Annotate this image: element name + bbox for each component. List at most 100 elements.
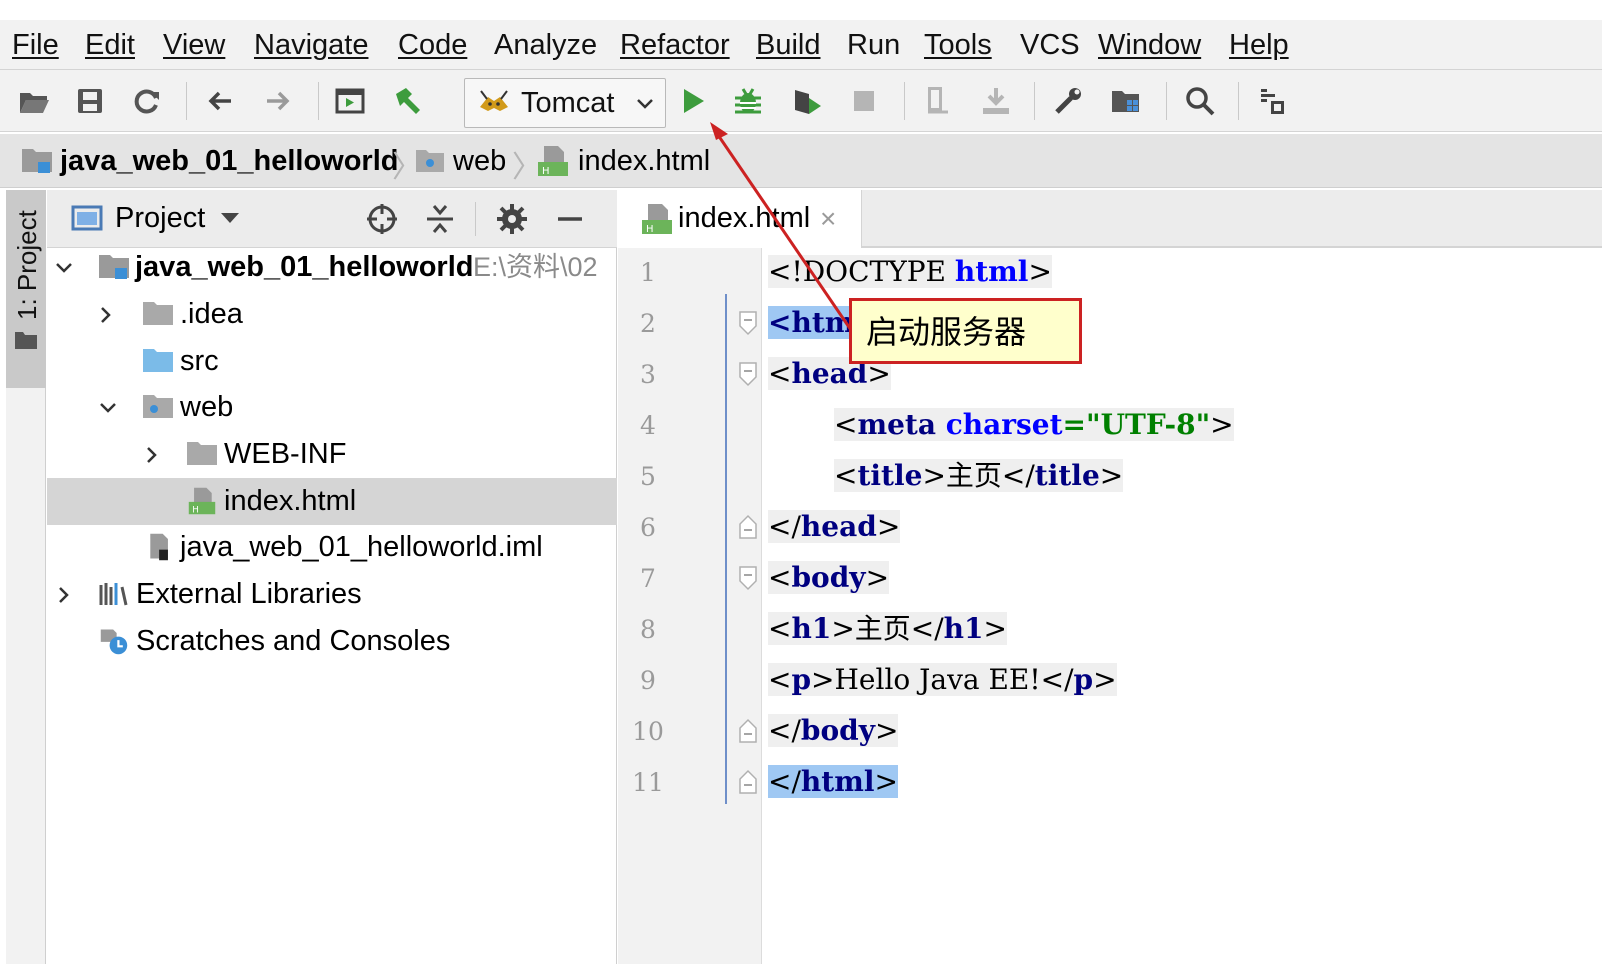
tree-item-web-inf[interactable]: WEB-INF [47,431,617,478]
project-tool-tab[interactable]: 1: Project [6,190,46,388]
web-folder-icon [416,150,444,172]
tree-item-label: .idea [180,298,243,330]
code-line[interactable]: </head> [768,503,901,551]
stop-icon[interactable] [844,81,884,121]
breadcrumb-project[interactable]: java_web_01_helloworld [60,144,398,178]
tree-item-web[interactable]: web [47,384,617,431]
deploy-icon[interactable] [976,81,1016,121]
project-structure-icon[interactable] [330,81,370,121]
forward-icon[interactable] [258,81,298,121]
tree-item-label: java_web_01_helloworld [135,251,474,283]
module-folder-icon [22,149,52,173]
chevron-right-icon[interactable] [53,584,75,606]
tree-item-external-libraries[interactable]: External Libraries [47,571,617,618]
run-icon[interactable] [672,81,712,121]
fold-marker-icon[interactable] [738,565,758,591]
annotation-callout: 启动服务器 [849,298,1082,364]
hide-panel-icon[interactable] [553,202,587,236]
svg-text:H: H [646,224,654,235]
iml-file-icon [150,533,168,561]
annotation-text: 启动服务器 [866,313,1027,351]
back-icon[interactable] [200,81,240,121]
matching-tag-line [725,294,727,804]
tree-item-scratches[interactable]: Scratches and Consoles [47,618,617,665]
menu-code[interactable]: Code [398,29,467,61]
menu-file[interactable]: File [12,29,59,61]
code-line[interactable]: <!DOCTYPE html> [768,248,1052,296]
open-folder-icon[interactable] [14,81,54,121]
web-folder-icon [143,395,173,418]
fold-end-marker-icon[interactable] [738,769,758,795]
menu-window[interactable]: Window [1098,29,1201,61]
menu-analyze[interactable]: Analyze [494,29,597,61]
editor-tabs: H index.html × [618,190,1602,248]
line-number: 10 [632,717,664,746]
project-view-selector[interactable]: Project [115,201,205,235]
locate-icon[interactable] [365,202,399,236]
menu-help[interactable]: Help [1229,29,1289,61]
settings-wrench-icon[interactable] [1048,81,1088,121]
menu-tools[interactable]: Tools [924,29,992,61]
menu-view[interactable]: View [163,29,225,61]
module-folder-icon [99,255,129,279]
html-file-icon: H [642,204,672,235]
gear-icon[interactable] [495,202,529,236]
chevron-right-icon[interactable] [141,444,163,466]
code-line[interactable]: <htm [768,299,855,347]
menu-build[interactable]: Build [756,29,821,61]
close-icon[interactable]: × [820,204,836,234]
menu-vcs[interactable]: VCS [1020,29,1080,61]
breadcrumb-web[interactable]: web [453,144,506,178]
search-icon[interactable] [1180,81,1220,121]
line-number: 3 [640,360,656,389]
code-line[interactable]: <p>Hello Java EE!</p> [768,656,1117,704]
code-line[interactable]: </body> [768,707,899,755]
update-icon[interactable] [918,81,958,121]
editor-gutter: 1 2 3 4 5 6 7 8 9 10 11 [618,248,762,964]
menu-navigate[interactable]: Navigate [254,29,368,61]
tree-item-label: External Libraries [136,578,362,610]
tree-item-iml[interactable]: java_web_01_helloworld.iml [47,524,617,571]
project-structure-folder-icon[interactable] [1106,81,1146,121]
tree-item-index-html[interactable]: H index.html [47,478,617,525]
collapse-all-icon[interactable] [423,202,457,236]
code-line[interactable]: <title>主页</title> [834,452,1124,500]
line-number: 6 [640,513,656,542]
fold-marker-icon[interactable] [738,310,758,336]
breadcrumb-file[interactable]: index.html [578,144,710,178]
tab-label: index.html [678,202,811,234]
chevron-down-icon[interactable] [219,210,241,226]
tree-item-src[interactable]: src [47,338,617,385]
line-number: 2 [640,309,656,338]
tree-item-idea[interactable]: .idea [47,291,617,338]
coverage-icon[interactable] [786,81,826,121]
chevron-down-icon[interactable] [97,397,119,419]
chevron-right-icon[interactable] [95,304,117,326]
menu-edit[interactable]: Edit [85,29,135,61]
code-line[interactable]: <body> [768,554,890,602]
tree-item-label: java_web_01_helloworld.iml [180,531,543,563]
tree-item-label: index.html [224,485,357,517]
code-line[interactable]: </html> [768,758,898,806]
sync-icon[interactable] [126,81,166,121]
menu-refactor[interactable]: Refactor [620,29,730,61]
tool-window-stripe: 1: Project [6,190,46,964]
vcs-icon[interactable] [1252,81,1292,121]
fold-end-marker-icon[interactable] [738,718,758,744]
debug-icon[interactable] [728,81,768,121]
tab-index-html[interactable]: H index.html × [618,190,862,248]
tree-item-project-root[interactable]: java_web_01_helloworld E:\资料\02 [47,244,617,291]
code-line[interactable]: <h1>主页</h1> [768,605,1007,653]
tree-item-label: Scratches and Consoles [136,625,451,657]
tree-item-label: web [180,391,234,423]
chevron-down-icon[interactable] [53,257,75,279]
save-icon[interactable] [70,81,110,121]
fold-end-marker-icon[interactable] [738,514,758,540]
scratches-icon [100,629,128,655]
html-file-icon: H [188,487,216,515]
code-line[interactable]: <meta charset="UTF-8"> [834,401,1234,449]
menu-run[interactable]: Run [847,29,900,61]
build-hammer-icon[interactable] [388,81,428,121]
fold-marker-icon[interactable] [738,361,758,387]
run-configuration-dropdown[interactable]: Tomcat [464,78,666,128]
